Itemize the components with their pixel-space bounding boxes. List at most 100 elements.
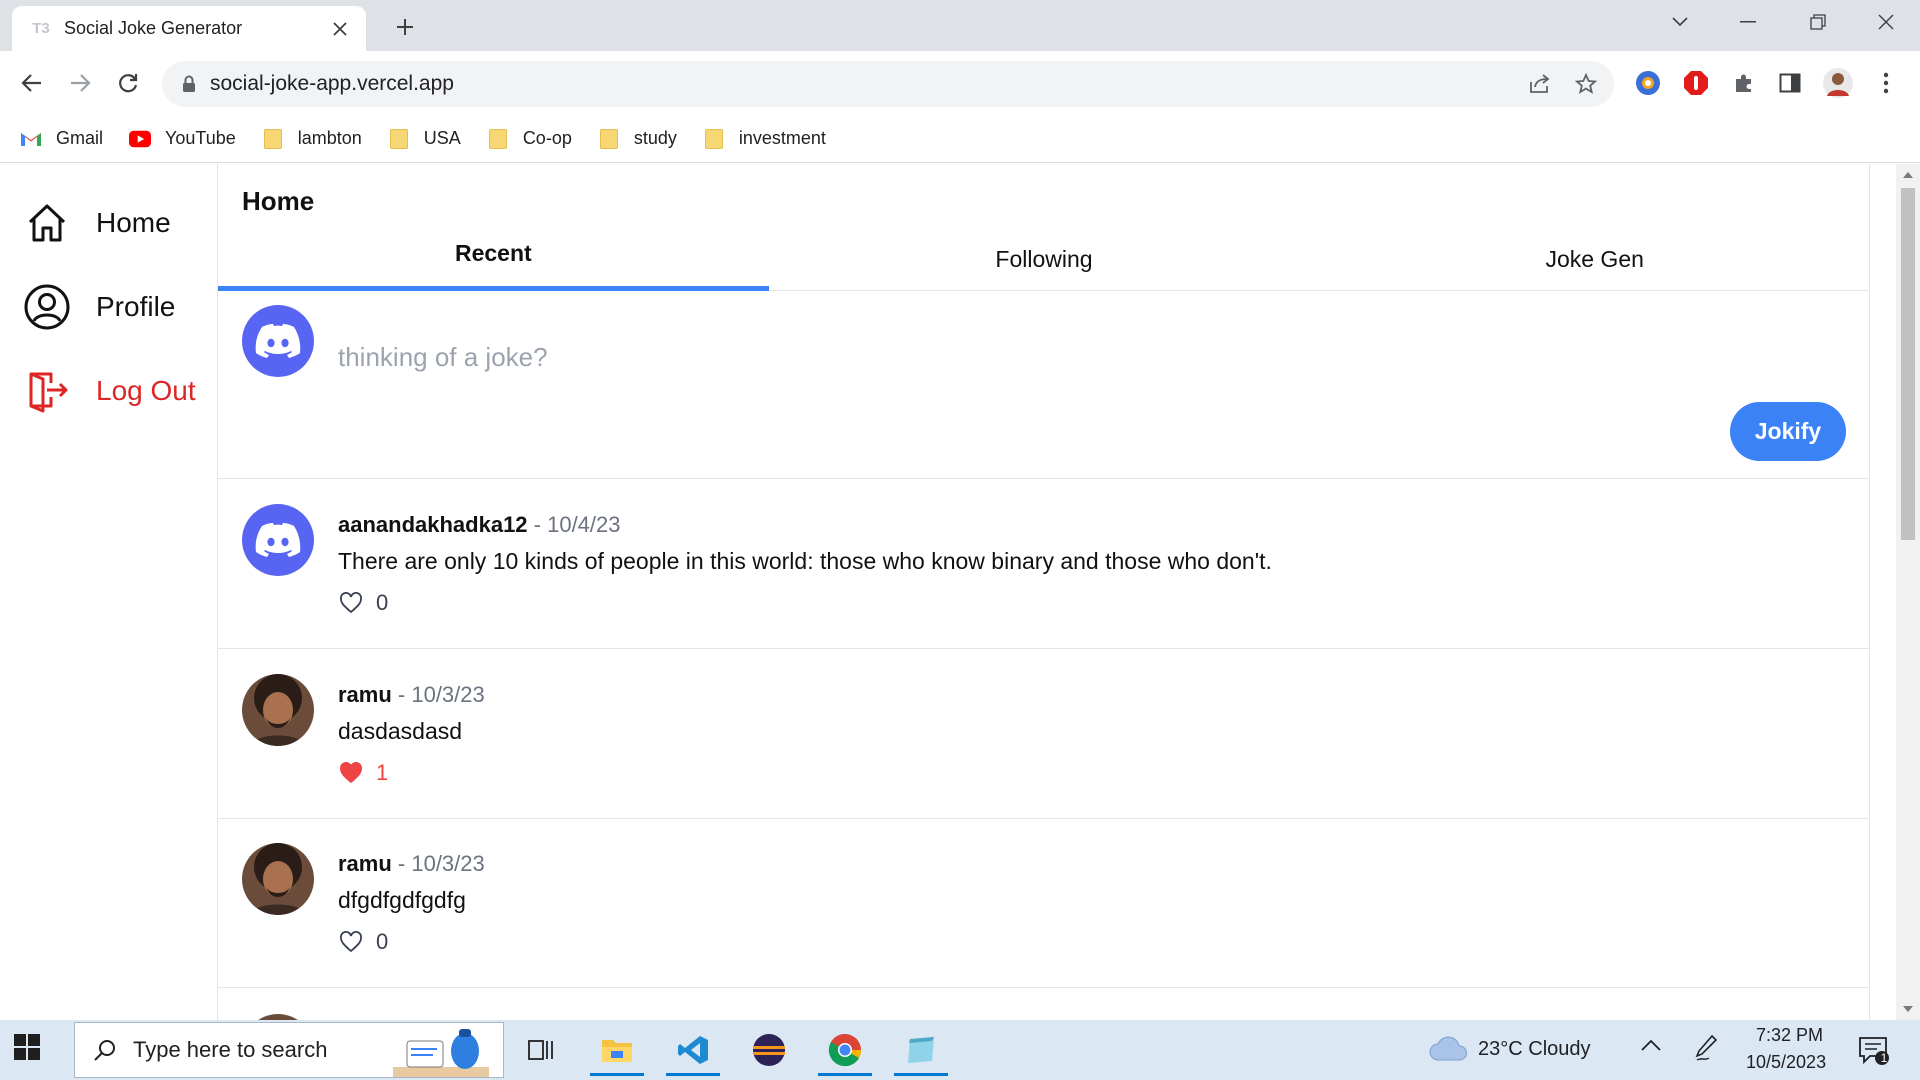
profile-avatar-icon[interactable]: [1820, 65, 1856, 101]
heart-outline-icon[interactable]: [338, 929, 364, 955]
jokify-button[interactable]: Jokify: [1730, 402, 1846, 461]
sidebar-item-home[interactable]: Home: [24, 200, 171, 246]
url-text[interactable]: social-joke-app.vercel.app: [210, 72, 1522, 96]
reload-icon[interactable]: [110, 65, 146, 101]
heart-outline-icon[interactable]: [338, 590, 364, 616]
back-icon[interactable]: [14, 65, 50, 101]
post-username[interactable]: aanandakhadka12: [338, 512, 528, 537]
page-title: Home: [242, 186, 315, 216]
sidebar-item-profile[interactable]: Profile: [24, 284, 175, 330]
extensions-puzzle-icon[interactable]: [1726, 65, 1762, 101]
lock-icon[interactable]: [182, 75, 196, 93]
folder-icon: [487, 128, 509, 149]
bookmark-label: YouTube: [165, 128, 236, 148]
taskbar-search[interactable]: Type here to search: [74, 1022, 504, 1078]
bookmark-star-icon[interactable]: [1568, 66, 1604, 102]
bookmark-folder-lambton[interactable]: lambton: [262, 128, 362, 149]
notepad-app-icon[interactable]: [890, 1024, 952, 1076]
task-view-icon[interactable]: [510, 1024, 572, 1076]
forward-icon[interactable]: [62, 65, 98, 101]
post-username[interactable]: ramu: [338, 682, 392, 707]
extension-adblock-icon[interactable]: [1678, 65, 1714, 101]
tab-search-chevron-icon[interactable]: [1652, 0, 1708, 44]
gmail-icon: [20, 129, 42, 149]
joke-input[interactable]: [338, 335, 1818, 379]
bookmark-label: Gmail: [56, 128, 104, 148]
minimize-icon[interactable]: [1720, 0, 1776, 44]
file-explorer-icon[interactable]: [586, 1024, 648, 1076]
post-item: ramu - 10/3/23 dfgdfgdfgdfg 0: [218, 819, 1870, 988]
taskbar-search-placeholder: Type here to search: [133, 1037, 328, 1062]
search-highlight-icon: [393, 1027, 489, 1077]
post-item: ramu - 10/3/23 dasdasdasd 1: [218, 650, 1870, 819]
scrollbar-thumb[interactable]: [1901, 188, 1915, 540]
eclipse-icon[interactable]: [738, 1024, 800, 1076]
avatar[interactable]: [242, 843, 314, 915]
heart-filled-icon[interactable]: [338, 760, 364, 786]
chevron-up-icon[interactable]: [1640, 1038, 1662, 1052]
cloudy-weather-icon[interactable]: [1428, 1036, 1468, 1062]
sidebar-item-logout[interactable]: Log Out: [24, 368, 196, 414]
like-count: 0: [376, 590, 389, 615]
avatar: [242, 305, 314, 377]
share-icon[interactable]: [1522, 66, 1558, 102]
post-username[interactable]: ramu: [338, 851, 392, 876]
close-tab-icon[interactable]: [328, 17, 352, 41]
post-date: - 10/3/23: [391, 682, 485, 707]
weather-text[interactable]: 23°C Cloudy: [1478, 1038, 1591, 1061]
address-bar[interactable]: social-joke-app.vercel.app: [162, 61, 1614, 107]
scroll-down-icon[interactable]: [1903, 1006, 1913, 1012]
post-text: There are only 10 kinds of people in thi…: [338, 548, 1272, 574]
notification-count: 1: [1880, 1051, 1888, 1065]
search-icon: [93, 1038, 117, 1062]
bookmark-label: investment: [738, 128, 826, 148]
tab-recent[interactable]: Recent: [218, 228, 769, 291]
post-item: aanandakhadka12 - 10/4/23 There are only…: [218, 480, 1870, 649]
tab-label: Recent: [454, 240, 532, 266]
bookmark-label: Co-op: [522, 128, 572, 148]
browser-menu-icon[interactable]: [1868, 65, 1904, 101]
windows-start-icon[interactable]: [14, 1034, 46, 1066]
restore-icon[interactable]: [1790, 0, 1846, 44]
tab-title: Social Joke Generator: [64, 18, 243, 38]
like-control: 0: [338, 590, 388, 616]
folder-icon: [262, 128, 284, 149]
pen-icon[interactable]: [1694, 1034, 1718, 1062]
new-tab-icon[interactable]: [390, 12, 420, 42]
scroll-up-icon[interactable]: [1903, 172, 1913, 178]
browser-toolbar: social-joke-app.vercel.app: [0, 51, 1920, 115]
side-panel-icon[interactable]: [1772, 65, 1808, 101]
clock-date[interactable]: 10/5/2023: [1746, 1052, 1826, 1073]
chrome-icon[interactable]: [814, 1024, 876, 1076]
joke-composer: Jokify: [218, 291, 1870, 479]
tab-joke-gen[interactable]: Joke Gen: [1319, 228, 1870, 290]
bookmark-folder-investment[interactable]: investment: [703, 128, 826, 149]
avatar[interactable]: [242, 504, 314, 576]
post-text: dasdasdasd: [338, 718, 463, 744]
bookmark-label: study: [633, 128, 677, 148]
user-photo-icon: [242, 674, 314, 746]
post-header: ramu - 10/3/23: [338, 851, 485, 877]
close-window-icon[interactable]: [1858, 0, 1914, 44]
bookmark-youtube[interactable]: YouTube: [129, 128, 236, 149]
folder-icon: [388, 128, 410, 149]
clock-time[interactable]: 7:32 PM: [1756, 1025, 1823, 1046]
app-page: Home Profile Log Out Home Recent Followi…: [0, 164, 1896, 1020]
user-circle-icon: [24, 284, 70, 330]
vscode-icon[interactable]: [662, 1024, 724, 1076]
folder-icon: [703, 128, 725, 149]
bookmark-folder-study[interactable]: study: [598, 128, 677, 149]
bookmark-folder-coop[interactable]: Co-op: [487, 128, 572, 149]
like-control: 0: [338, 929, 388, 955]
user-photo-icon: [242, 843, 314, 915]
home-icon: [24, 200, 70, 246]
logout-icon: [24, 368, 70, 414]
page-scrollbar[interactable]: [1896, 164, 1920, 1020]
extension-vpn-icon[interactable]: [1630, 65, 1666, 101]
avatar[interactable]: [242, 674, 314, 746]
bookmark-gmail[interactable]: Gmail: [20, 128, 103, 149]
bookmarks-bar: Gmail YouTube lambton USA Co-op study in…: [0, 115, 1920, 163]
tab-following[interactable]: Following: [769, 228, 1320, 290]
bookmark-folder-usa[interactable]: USA: [388, 128, 461, 149]
browser-tab[interactable]: T3 Social Joke Generator: [12, 6, 366, 51]
